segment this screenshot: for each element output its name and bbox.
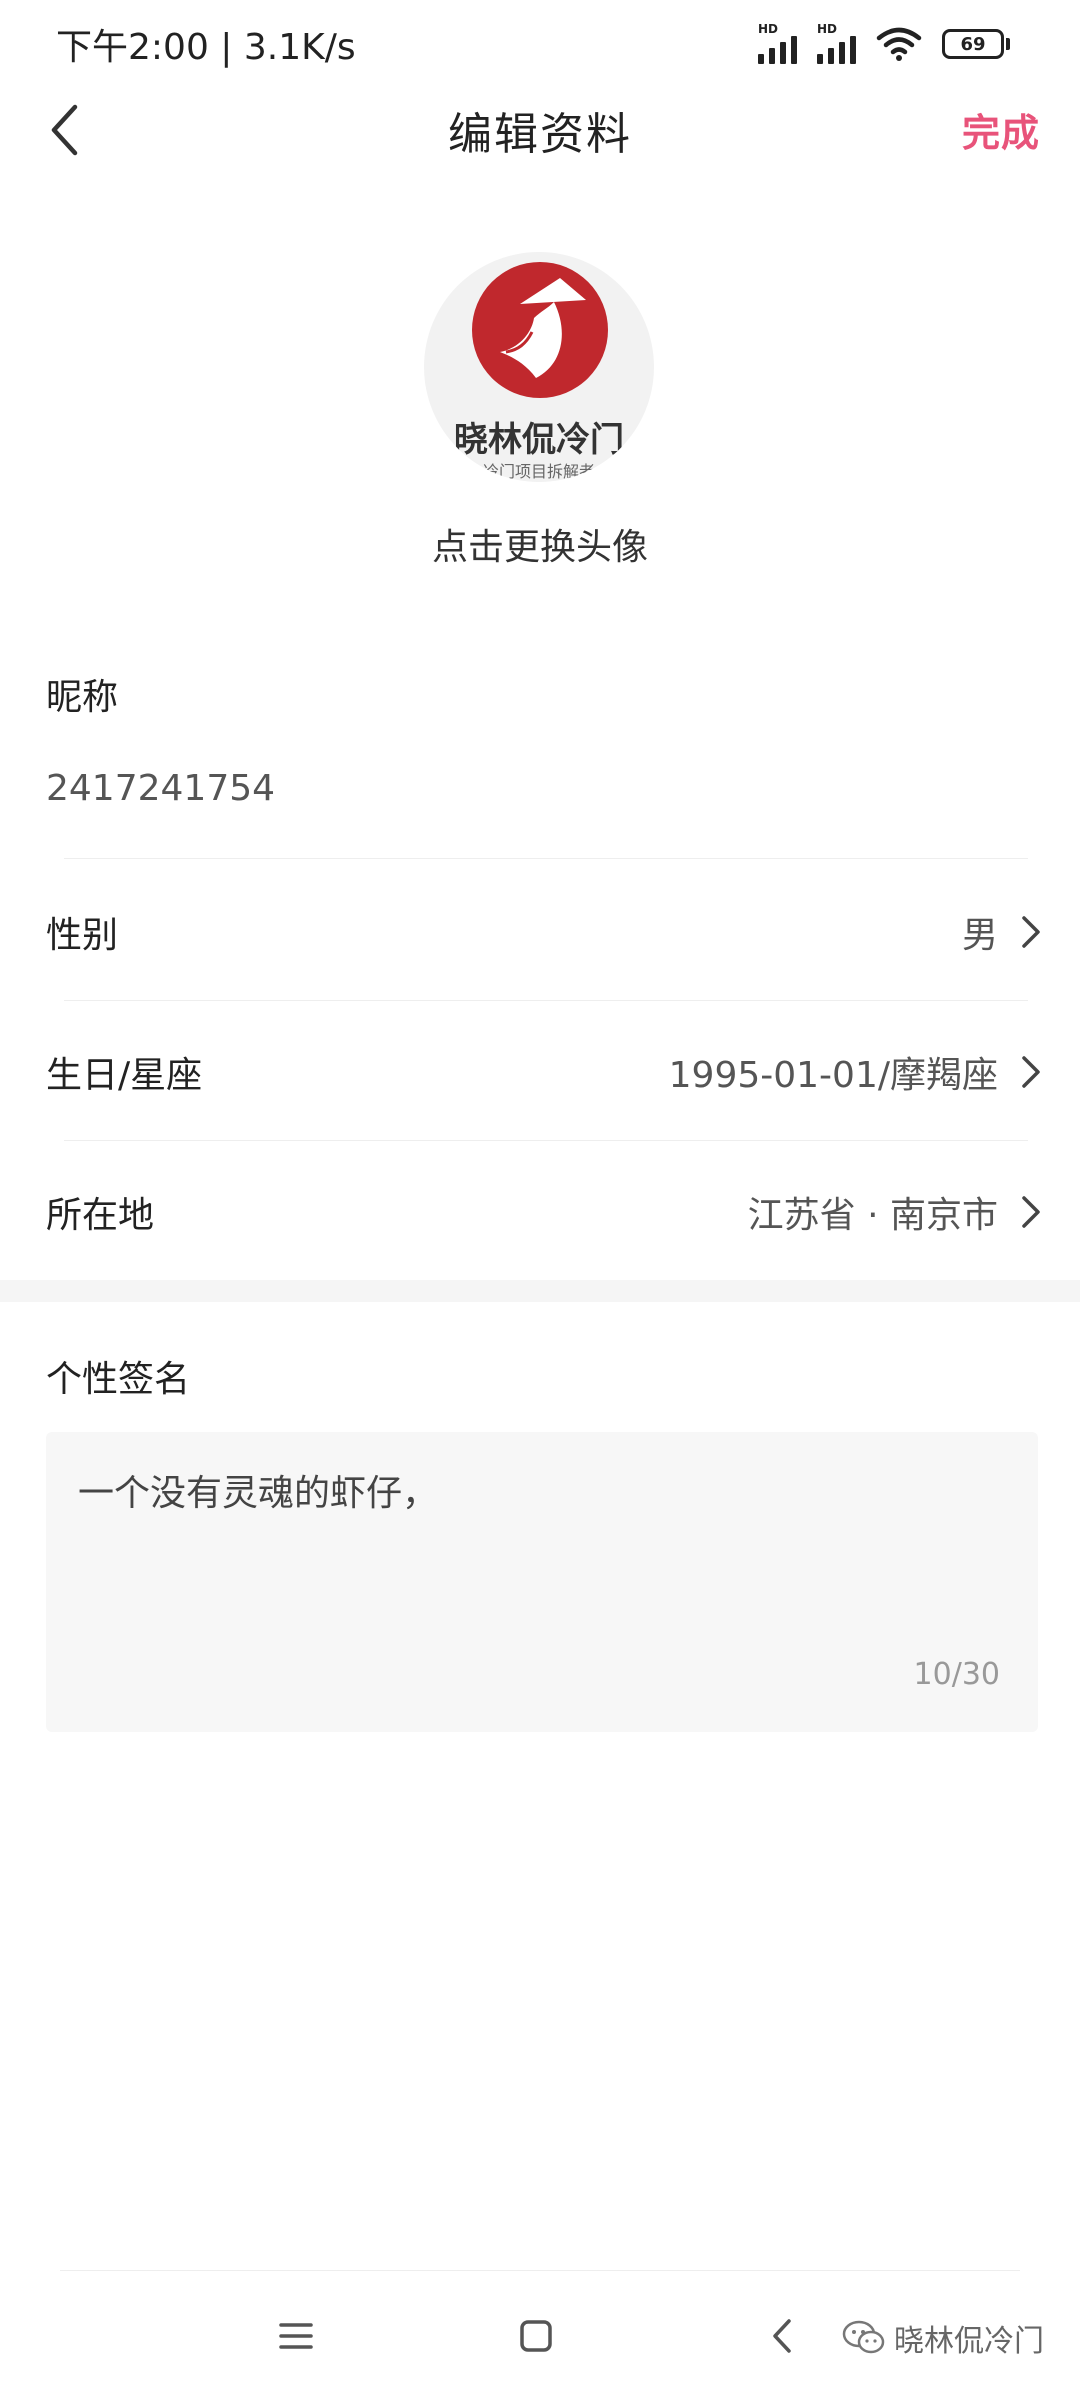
location-row[interactable]: 所在地 江苏省 · 南京市 <box>0 1142 1080 1282</box>
status-bar: 下午2:00 | 3.1K/s HD HD 69 <box>0 0 1080 88</box>
signal-icon: HD <box>817 22 856 64</box>
gender-label: 性别 <box>46 915 119 956</box>
page-title: 编辑资料 <box>448 109 632 160</box>
birthday-label: 生日/星座 <box>46 1055 203 1096</box>
wifi-icon <box>876 27 922 61</box>
birthday-value: 1995-01-01/摩羯座 <box>668 1055 998 1096</box>
gender-row[interactable]: 性别 男 <box>0 862 1080 1002</box>
nav-bar: 编辑资料 完成 <box>0 88 1080 172</box>
birthday-row[interactable]: 生日/星座 1995-01-01/摩羯座 <box>0 1002 1080 1142</box>
section-separator <box>0 1280 1080 1302</box>
avatar-logo-subtext: 冷门项目拆解者 <box>482 462 595 481</box>
home-square-icon <box>520 2320 552 2352</box>
birthday-value-group: 1995-01-01/摩羯座 <box>669 1046 1042 1098</box>
wechat-icon <box>842 2320 885 2354</box>
change-avatar-hint[interactable]: 点击更换头像 <box>0 518 1080 570</box>
signature-text: 一个没有灵魂的虾仔， <box>78 1473 439 1514</box>
watermark: 晓林侃冷门 <box>842 2316 1044 2360</box>
gender-value: 男 <box>961 915 998 956</box>
edit-profile-screen: 下午2:00 | 3.1K/s HD HD 69 编辑资料 完成 晓林侃冷门 冷… <box>0 0 1080 2400</box>
menu-icon <box>279 2323 313 2349</box>
system-back-button[interactable] <box>752 2306 812 2366</box>
nickname-input[interactable]: 2417241754 <box>46 768 275 809</box>
chevron-right-icon <box>1022 1196 1040 1228</box>
chevron-right-icon <box>1022 916 1040 948</box>
home-button[interactable] <box>506 2306 566 2366</box>
location-value: 江苏省 · 南京市 <box>747 1195 998 1236</box>
chevron-left-icon <box>51 104 78 156</box>
gender-value-group: 男 <box>962 906 1042 958</box>
status-icons: HD HD 69 <box>758 22 1010 64</box>
back-button[interactable] <box>34 98 94 162</box>
system-nav-bar: 晓林侃冷门 <box>0 2290 1080 2380</box>
back-triangle-icon <box>773 2319 791 2353</box>
watermark-text: 晓林侃冷门 <box>894 2324 1044 2359</box>
avatar-logo-text: 晓林侃冷门 <box>454 420 624 460</box>
battery-level: 69 <box>960 33 986 55</box>
location-label: 所在地 <box>46 1195 155 1236</box>
battery-icon: 69 <box>942 29 1010 59</box>
done-button[interactable]: 完成 <box>962 102 1040 157</box>
menu-button[interactable] <box>266 2306 326 2366</box>
chevron-right-icon <box>1022 1056 1040 1088</box>
divider <box>60 2270 1020 2271</box>
location-value-group: 江苏省 · 南京市 <box>748 1186 1042 1238</box>
signature-char-count: 10/30 <box>913 1657 1000 1692</box>
divider <box>64 1000 1028 1001</box>
avatar[interactable]: 晓林侃冷门 冷门项目拆解者 <box>424 252 654 482</box>
signature-label: 个性签名 <box>46 1359 191 1400</box>
divider <box>64 1140 1028 1141</box>
logo-icon <box>472 262 608 398</box>
divider <box>64 858 1028 859</box>
nickname-label: 昵称 <box>46 677 119 718</box>
signal-hd-label: HD <box>758 22 779 36</box>
status-time: 下午2:00 | 3.1K/s <box>56 27 356 68</box>
signature-textarea[interactable]: 一个没有灵魂的虾仔， 10/30 <box>46 1432 1038 1732</box>
signal-hd-label: HD <box>817 22 838 36</box>
signal-icon: HD <box>758 22 797 64</box>
